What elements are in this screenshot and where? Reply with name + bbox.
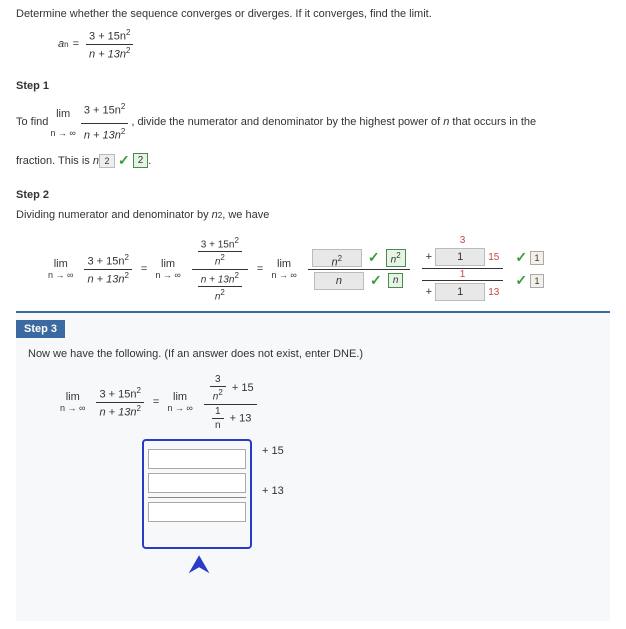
num-hint: n2 [386, 249, 406, 267]
lim-expr-2b: lim n → ∞ [155, 258, 180, 280]
step3-frac-a: 3 + 15n2 n + 13n2 [96, 386, 143, 418]
check-icon: ✓ [370, 272, 382, 288]
step2-answer-fraction: n2 ✓ n2 n ✓ n [308, 247, 410, 292]
lim-expr-2a: lim n → ∞ [48, 258, 73, 280]
hint-box: 1 [530, 274, 544, 288]
step3-text: Now we have the following. (If an answer… [28, 348, 598, 360]
step-1: Step 1 To find lim n → ∞ 3 + 15n2 n + 13… [16, 80, 610, 169]
step2-text: Dividing numerator and denominator by [16, 209, 209, 221]
step2-heading: Step 2 [16, 189, 610, 201]
step2-result-fraction: 3 + 1 15 1 + 1 13 [422, 235, 504, 303]
arrow-up-icon: ⮝ [188, 549, 598, 581]
sketch-annotation: + 15 + 13 ⮝ [148, 439, 598, 581]
lim-expr: lim n → ∞ [50, 105, 75, 141]
sketch-input-3[interactable] [148, 502, 246, 522]
step-2: Step 2 Dividing numerator and denominato… [16, 189, 610, 303]
step1-before: To find [16, 113, 48, 133]
check-icon: ✓ [368, 249, 380, 265]
step3-frac-b: 3 n2 + 15 1 n + 13 [204, 374, 257, 430]
equals: = [73, 38, 79, 50]
step3-heading: Step 3 [16, 320, 65, 338]
sketch-labels: + 15 + 13 [262, 445, 284, 497]
step2-after: , we have [222, 209, 269, 221]
check-icon: ✓ [118, 152, 130, 169]
num-plus-box[interactable]: 1 [435, 248, 485, 266]
hint-box: 1 [530, 251, 544, 265]
problem-statement: Determine whether the sequence converges… [16, 8, 610, 60]
sketch-input-2[interactable] [148, 473, 246, 493]
sequence-definition: a n = 3 + 15n2 n + 13n2 [58, 28, 136, 60]
sketch-box [142, 439, 252, 549]
divider [148, 497, 246, 498]
statement-text: Determine whether the sequence converges… [16, 8, 610, 20]
exponent-hint: 2 [133, 153, 149, 168]
den-plus-box[interactable]: 1 [435, 283, 485, 301]
lim-expr-3a: lim n → ∞ [60, 391, 85, 413]
check-icon: ✓ [515, 249, 527, 265]
check-icon: ✓ [515, 272, 527, 288]
step1-fraction: 3 + 15n2 n + 13n2 [81, 100, 128, 146]
num-answer-box[interactable]: n2 [312, 249, 362, 267]
step2-frac-b: 3 + 15n2 n2 n + 13n2 n2 [192, 236, 248, 302]
sequence-fraction: 3 + 15n2 n + 13n2 [86, 28, 133, 60]
den-hint: n [388, 273, 404, 288]
step1-after2: fraction. This is [16, 155, 90, 167]
step-3: Step 3 Now we have the following. (If an… [16, 311, 610, 620]
sketch-input-1[interactable] [148, 449, 246, 469]
step1-mid: , divide the numerator and denominator b… [131, 113, 440, 133]
step2-frac-a: 3 + 15n2 n + 13n2 [84, 253, 131, 285]
step1-after1: that occurs in the [452, 113, 536, 133]
seq-sub: n [64, 40, 68, 49]
exponent-answer[interactable]: 2 [99, 154, 115, 168]
den-answer-box[interactable]: n [314, 272, 364, 290]
step1-heading: Step 1 [16, 80, 610, 92]
lim-expr-3b: lim n → ∞ [167, 391, 192, 413]
lim-expr-2c: lim n → ∞ [271, 258, 296, 280]
